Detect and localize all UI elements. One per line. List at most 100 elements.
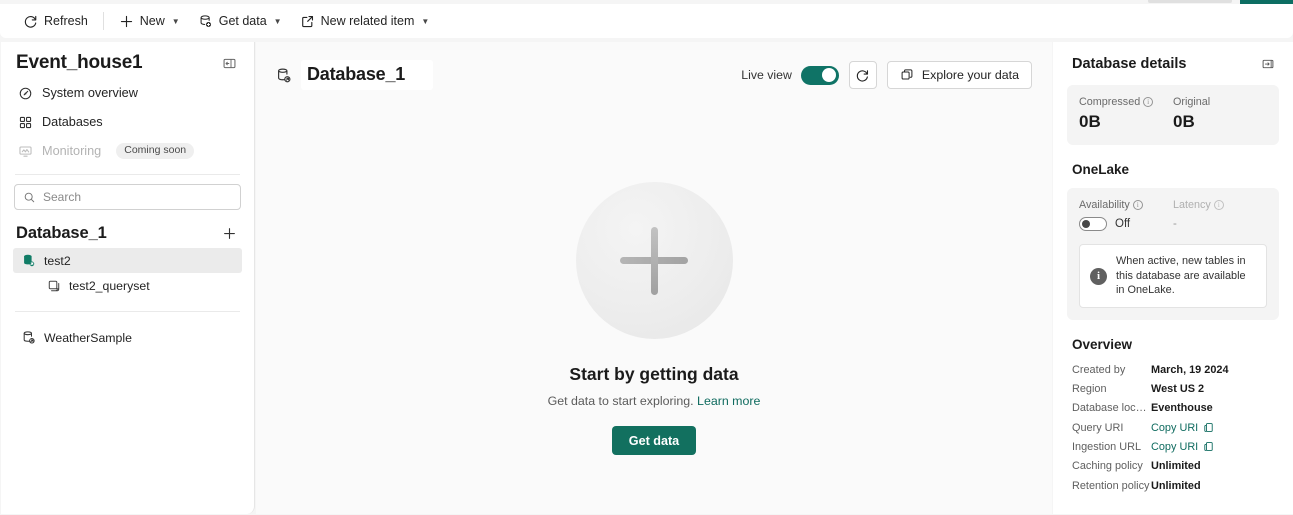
ingestion-url-copy-link[interactable]: Copy URI [1151,441,1214,453]
database-icon [21,253,36,268]
details-panel-header: Database details [1067,42,1279,74]
original-stat: Original 0B [1173,96,1267,132]
new-label: New [139,14,165,28]
original-value: 0B [1173,112,1195,131]
info-icon[interactable]: i [1143,97,1154,107]
size-stats-row: Compressed i 0B Original 0B [1079,96,1267,132]
eventhouse-title: Event_house1 [16,52,143,73]
grid-icon [18,115,33,130]
overview-row: Region West US 2 [1072,379,1279,398]
live-view-group: Live view [741,65,839,85]
sidebar-item-label: Databases [42,115,103,129]
empty-state-subtitle-text: Get data to start exploring. [547,394,694,408]
info-icon[interactable]: i [1132,200,1143,210]
search-container [1,175,254,210]
latency-value: - [1173,218,1177,230]
availability-col: Availability i [1079,199,1173,211]
monitor-icon [18,144,33,159]
overview-value: Copy URI [1151,421,1199,434]
database-icon [21,330,36,345]
overview-key: Ingestion URL [1072,440,1142,453]
overview-row: Caching policy Unlimited [1072,457,1279,476]
latency-label: Latency [1173,199,1211,211]
learn-more-link[interactable]: Learn more [697,394,760,408]
overview-row: Database locati… Eventhouse [1072,399,1279,418]
add-data-illustration [575,182,733,339]
info-icon[interactable]: i [1213,200,1224,210]
compressed-stat: Compressed i 0B [1079,96,1173,132]
overview-row: Query URI Copy URI [1072,418,1279,437]
chevron-down-icon: ▼ [421,16,430,26]
sidebar-tree-divider [15,311,240,312]
refresh-icon-button[interactable] [848,61,877,89]
latency-label-row: Latency i [1173,199,1267,211]
overview-value: West US 2 [1151,383,1205,396]
compressed-label-row: Compressed i [1079,96,1173,108]
original-label-row: Original [1173,96,1267,108]
overview-value: Unlimited [1151,479,1201,492]
plus-icon-vertical [650,226,658,295]
sidebar-item-label: System overview [42,86,138,100]
chevron-down-icon: ▼ [273,16,282,26]
sidebar-item-system-overview[interactable]: System overview [11,79,244,107]
plus-icon [119,14,134,29]
size-stats-card: Compressed i 0B Original 0B [1067,85,1279,145]
add-database-button[interactable] [218,222,240,244]
refresh-button[interactable]: Refresh [14,7,97,35]
database-tree-title: Database_1 [16,223,107,242]
get-data-button[interactable]: Get data [611,426,697,455]
overview-value: Eventhouse [1151,402,1213,415]
tree-item-label: WeatherSample [44,330,132,345]
tree-item-test2-queryset[interactable]: test2_queryset [13,273,242,298]
main-header: Database_1 Live view Explore your data [256,42,1052,90]
overview-key: Caching policy [1072,460,1143,473]
live-view-toggle[interactable] [800,65,839,85]
command-bar-divider [102,12,104,30]
copy-icon [1203,422,1214,433]
search-box[interactable] [14,184,241,210]
get-data-menu-button[interactable]: Get data ▼ [189,7,291,35]
refresh-label: Refresh [44,14,88,28]
explore-your-data-button[interactable]: Explore your data [886,61,1032,89]
details-panel-title: Database details [1072,56,1187,72]
overview-section-title: Overview [1072,337,1133,353]
database-icon [275,67,292,84]
empty-state-subtitle: Get data to start exploring. Learn more [548,394,761,408]
query-uri-copy-link[interactable]: Copy URI [1151,422,1214,434]
new-related-item-button[interactable]: New related item ▼ [291,7,439,35]
queryset-icon [47,279,61,293]
tree-item-weathersample[interactable]: WeatherSample [13,325,242,350]
collapse-sidebar-button[interactable] [218,53,240,73]
onelake-info-note: i When active, new tables in this databa… [1079,244,1267,309]
command-bar: Refresh New ▼ Get data ▼ New related ite… [0,4,1293,38]
overview-key: Query URI [1072,421,1124,434]
overview-key: Created by [1072,363,1126,376]
onelake-values-row: Off - [1079,217,1267,231]
live-view-toggle-knob [822,68,837,82]
tree-item-label: test2_queryset [69,278,150,293]
onelake-availability-toggle[interactable] [1079,217,1107,231]
copy-icon [1203,441,1214,452]
search-icon [23,191,36,204]
copy-stack-icon [900,68,914,82]
sidebar-item-databases[interactable]: Databases [11,108,244,136]
refresh-icon [23,14,38,29]
tree-item-test2[interactable]: test2 [13,248,242,273]
search-input[interactable] [43,190,232,204]
database-name-field[interactable]: Database_1 [301,60,434,90]
collapse-details-panel-button[interactable] [1258,54,1278,74]
onelake-availability-toggle-knob [1082,220,1090,228]
original-label: Original [1173,96,1211,108]
sidebar-item-monitoring: Monitoring Coming soon [11,137,244,165]
explore-button-label: Explore your data [921,68,1019,82]
latency-col: Latency i [1173,199,1267,211]
new-button[interactable]: New ▼ [110,7,189,35]
onelake-card: Availability i Latency i Off - i When ac… [1067,188,1279,321]
overview-value: Copy URI [1151,440,1199,453]
live-view-label: Live view [741,68,792,82]
availability-value-col: Off [1079,217,1173,231]
empty-state: Start by getting data Get data to start … [256,182,1052,455]
external-link-icon [300,14,315,29]
main-title-group: Database_1 [275,60,434,90]
main-content: Database_1 Live view Explore your data S… [256,42,1052,514]
